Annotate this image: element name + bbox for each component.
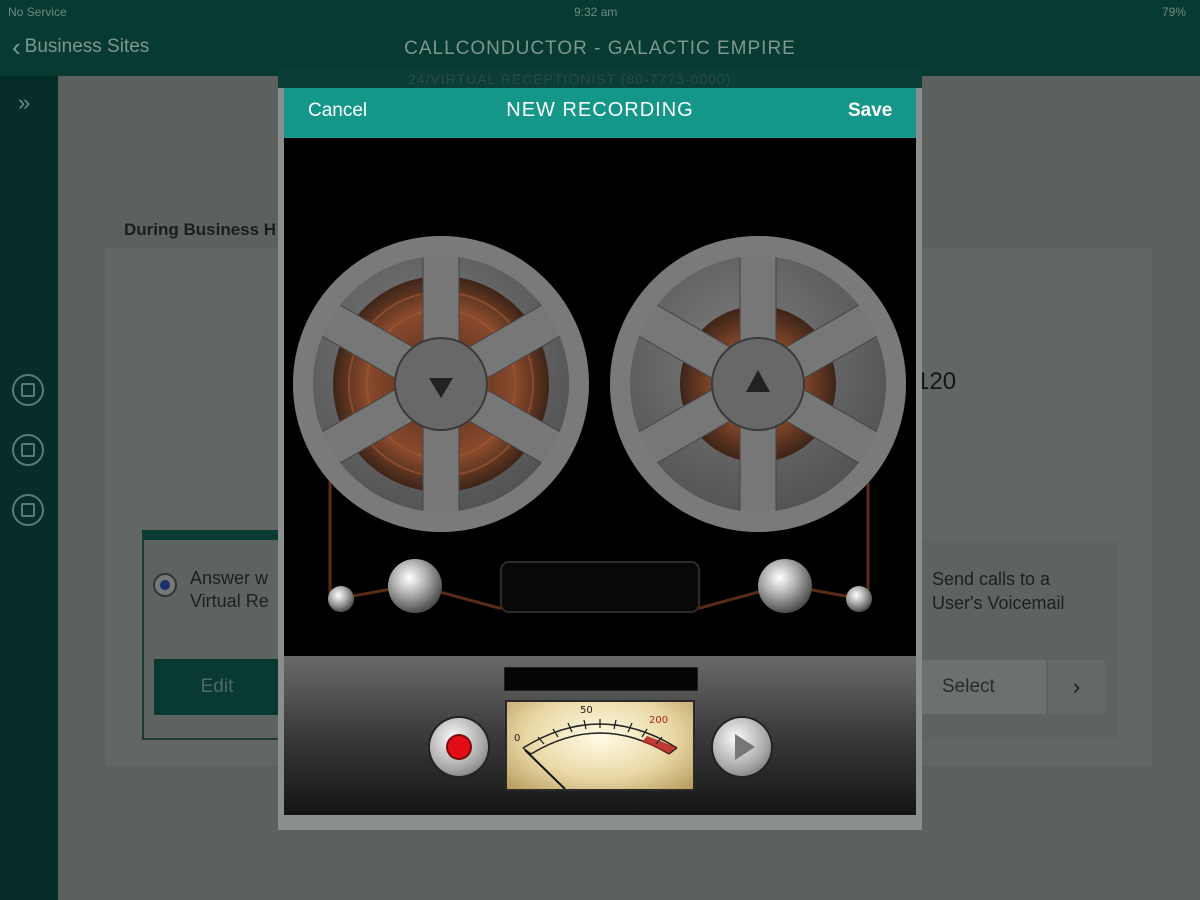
save-button[interactable]: Save bbox=[848, 100, 892, 122]
clock-text: 9:32 am bbox=[574, 5, 618, 19]
answer-radio[interactable] bbox=[153, 573, 177, 597]
answer-option-label: Answer w Virtual Re bbox=[190, 568, 269, 611]
play-button[interactable] bbox=[713, 718, 771, 776]
right-reel bbox=[610, 236, 906, 532]
right-guide-roller bbox=[846, 586, 872, 612]
user-icon[interactable] bbox=[12, 434, 44, 466]
modal-title: NEW RECORDING bbox=[506, 99, 694, 121]
nav-bar: ‹ Business Sites CALLCONDUCTOR - GALACTI… bbox=[0, 24, 1200, 76]
modal-underlay-text: 24/VIRTUAL RECEPTIONIST (80-7773-0000) bbox=[278, 70, 922, 88]
meter-tick-0: 0 bbox=[514, 733, 521, 744]
meter-tick-50: 50 bbox=[580, 705, 593, 716]
tape-head-window bbox=[500, 561, 700, 613]
expand-sidebar-icon[interactable]: » bbox=[18, 90, 30, 116]
left-guide-roller bbox=[328, 586, 354, 612]
right-capstan bbox=[758, 559, 812, 613]
sidebar: » bbox=[0, 76, 58, 900]
app-title: CALLCONDUCTOR - GALACTIC EMPIRE bbox=[404, 38, 796, 59]
send-calls-option-label: Send calls to a User's Voicemail bbox=[932, 569, 1065, 613]
edit-button[interactable]: Edit bbox=[154, 659, 280, 715]
number-fragment: 120 bbox=[916, 368, 957, 395]
business-hours-label: During Business H bbox=[124, 220, 277, 239]
left-capstan bbox=[388, 559, 442, 613]
select-button[interactable]: Select bbox=[918, 660, 1046, 714]
vu-meter: 0 50 200 bbox=[505, 700, 695, 791]
status-bar: No Service 9:32 am 79% bbox=[0, 0, 1200, 24]
chevron-right-icon[interactable]: › bbox=[1048, 660, 1105, 714]
calculator-icon[interactable] bbox=[12, 374, 44, 406]
meter-tick-200: 200 bbox=[649, 715, 669, 726]
tape-counter bbox=[504, 667, 698, 691]
carrier-text: No Service bbox=[8, 5, 67, 19]
settings-grid-icon[interactable] bbox=[12, 494, 44, 526]
left-reel bbox=[293, 236, 589, 532]
meter-needle bbox=[524, 749, 566, 789]
battery-text: 79% bbox=[1161, 5, 1186, 19]
record-button[interactable] bbox=[430, 718, 488, 776]
